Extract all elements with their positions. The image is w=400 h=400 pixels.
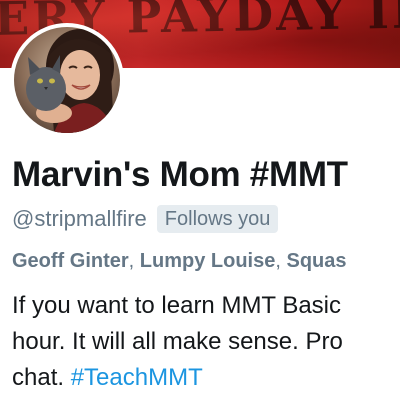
profile-bio: If you want to learn MMT Basic hour. It … [12, 288, 400, 396]
bio-line: hour. It will all make sense. Pro [12, 328, 343, 355]
hashtag-link[interactable]: #TeachMMT [71, 364, 203, 391]
bio-line: chat. #TeachMMT [12, 360, 400, 396]
bio-text: chat. [12, 364, 71, 391]
followed-by-user-link[interactable]: Geoff Ginter [12, 250, 129, 272]
follows-you-badge: Follows you [156, 205, 279, 233]
avatar[interactable] [10, 23, 124, 137]
followed-by-user-link[interactable]: Squas [287, 250, 347, 272]
avatar-photo [14, 27, 120, 133]
followed-by-separator: , [275, 250, 287, 272]
bio-line: If you want to learn MMT Basic [12, 292, 342, 319]
followed-by-user-link[interactable]: Lumpy Louise [140, 250, 276, 272]
display-name: Marvin's Mom #MMT [12, 155, 348, 194]
followed-by-separator: , [128, 250, 140, 272]
handle-row: @stripmallfire Follows you [12, 204, 279, 234]
followed-by-list: Geoff Ginter, Lumpy Louise, Squas [12, 250, 347, 273]
profile-page: ERY PAYDAY IN Marvin's Mom #MMT @stripma… [0, 0, 400, 400]
user-handle: @stripmallfire [12, 206, 147, 231]
